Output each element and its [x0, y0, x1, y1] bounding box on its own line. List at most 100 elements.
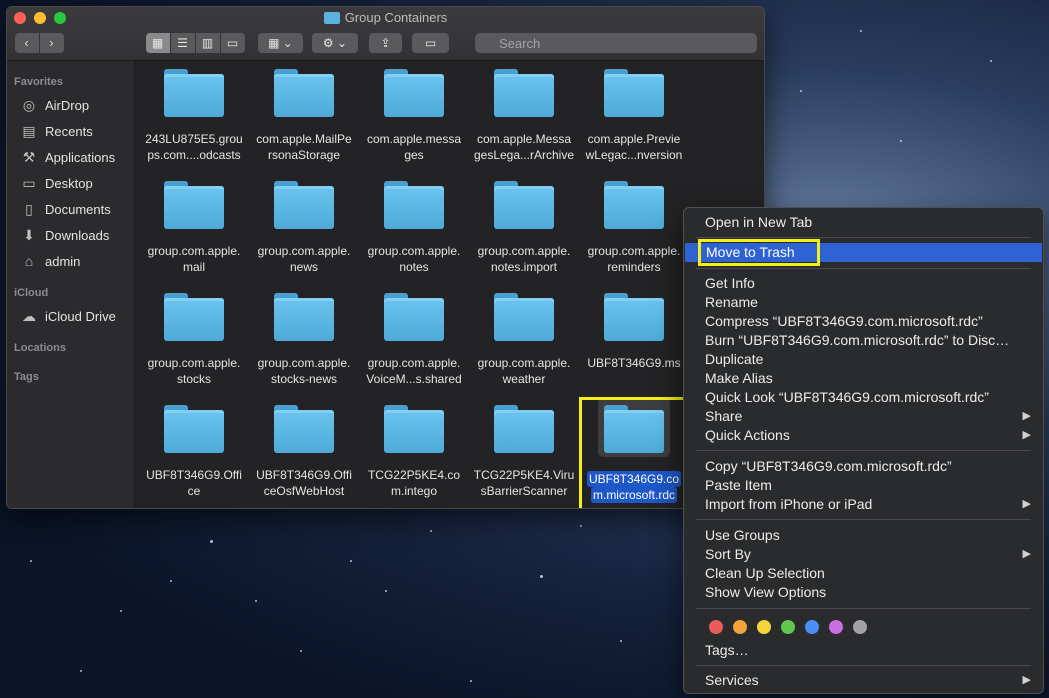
folder-icon	[494, 69, 554, 117]
file-name-line2: stocks	[176, 372, 211, 386]
menu-item-import-from-iphone[interactable]: Import from iPhone or iPad ▶	[684, 495, 1043, 514]
file-item[interactable]: 243LU875E5.grou ps.com....odcasts	[139, 61, 249, 163]
menu-item-clean-up-selection[interactable]: Clean Up Selection	[684, 564, 1043, 583]
file-item-selected[interactable]: UBF8T346G9.co m.microsoft.rdc	[579, 397, 689, 503]
file-item[interactable]: UBF8T346G9.Offi ceOsfWebHost	[249, 397, 359, 499]
icon-view-icon: ▦	[151, 36, 164, 50]
sidebar: Favorites ◎ AirDrop ▤ Recents ⚒ Applicat…	[7, 61, 135, 508]
tag-button[interactable]: ▭	[412, 33, 449, 53]
menu-item-compress[interactable]: Compress “UBF8T346G9.com.microsoft.rdc”	[684, 312, 1043, 331]
tag-gray-dot[interactable]	[853, 620, 867, 634]
menu-item-open-in-new-tab[interactable]: Open in New Tab	[684, 213, 1043, 232]
menu-item-quick-look[interactable]: Quick Look “UBF8T346G9.com.microsoft.rdc…	[684, 388, 1043, 407]
tag-blue-dot[interactable]	[805, 620, 819, 634]
file-name-line2: stocks-news	[270, 372, 338, 386]
sidebar-item-desktop[interactable]: ▭ Desktop	[19, 174, 92, 192]
search-input[interactable]	[475, 33, 757, 53]
list-view-button[interactable]: ☰	[170, 33, 195, 53]
menu-item-copy[interactable]: Copy “UBF8T346G9.com.microsoft.rdc”	[684, 457, 1043, 476]
menu-item-show-view-options[interactable]: Show View Options	[684, 583, 1043, 602]
file-item[interactable]: group.com.apple. notes.import	[469, 173, 579, 275]
sidebar-section-icloud: iCloud	[14, 287, 49, 299]
file-item[interactable]: group.com.apple. mail	[139, 173, 249, 275]
file-item[interactable]: group.com.apple. news	[249, 173, 359, 275]
file-name-line1: TCG22P5KE4.Viru	[473, 468, 575, 482]
tag-purple-dot[interactable]	[829, 620, 843, 634]
sidebar-item-label: Recents	[45, 123, 93, 139]
file-name-line1: group.com.apple.	[587, 244, 681, 258]
file-item[interactable]: group.com.apple. stocks-news	[249, 285, 359, 387]
submenu-arrow-icon: ▶	[1022, 674, 1031, 686]
file-name-line2: notes	[399, 260, 429, 274]
file-name-line2: gesLega...rArchive	[473, 148, 575, 162]
sidebar-item-recents[interactable]: ▤ Recents	[19, 122, 93, 140]
gallery-view-button[interactable]: ▭	[220, 33, 245, 53]
file-name-line1: group.com.apple.	[257, 244, 351, 258]
file-item[interactable]: UBF8T346G9.Offi ce	[139, 397, 249, 499]
folder-icon	[274, 181, 334, 229]
file-item[interactable]: TCG22P5KE4.co m.intego	[359, 397, 469, 499]
menu-item-rename[interactable]: Rename	[684, 293, 1043, 312]
file-name-line1: com.apple.Previe	[587, 132, 681, 146]
tag-green-dot[interactable]	[781, 620, 795, 634]
menu-item-make-alias[interactable]: Make Alias	[684, 369, 1043, 388]
file-item[interactable]: UBF8T346G9.ms	[579, 285, 689, 371]
chevron-left-icon: ‹	[24, 36, 29, 50]
sidebar-item-downloads[interactable]: ⬇ Downloads	[19, 226, 109, 244]
file-item[interactable]: TCG22P5KE4.Viru sBarrierScanner	[469, 397, 579, 499]
sidebar-item-airdrop[interactable]: ◎ AirDrop	[19, 96, 89, 114]
file-item[interactable]: group.com.apple. reminders	[579, 173, 689, 275]
group-icon: ▦ ⌄	[268, 36, 293, 50]
column-view-button[interactable]: ▥	[195, 33, 220, 53]
menu-item-duplicate[interactable]: Duplicate	[684, 350, 1043, 369]
back-button[interactable]: ‹	[14, 33, 39, 53]
file-name-line2: ceOsfWebHost	[263, 484, 345, 498]
submenu-arrow-icon: ▶	[1022, 548, 1031, 560]
menu-item-burn-to-disc[interactable]: Burn “UBF8T346G9.com.microsoft.rdc” to D…	[684, 331, 1043, 350]
tag-red-dot[interactable]	[709, 620, 723, 634]
folder-icon	[274, 293, 334, 341]
file-item[interactable]: com.apple.Messa gesLega...rArchive	[469, 61, 579, 163]
folder-icon	[164, 181, 224, 229]
file-item[interactable]: group.com.apple. stocks	[139, 285, 249, 387]
tag-yellow-dot[interactable]	[757, 620, 771, 634]
menu-item-move-to-trash[interactable]: Move to Trash	[685, 243, 1042, 262]
action-button[interactable]: ⚙ ⌄	[312, 33, 358, 53]
download-icon: ⬇	[23, 226, 35, 243]
sidebar-item-admin[interactable]: ⌂ admin	[19, 252, 81, 270]
sidebar-section-tags[interactable]: Tags	[7, 371, 39, 383]
sidebar-item-label: Applications	[45, 149, 116, 165]
menu-separator	[696, 665, 1031, 666]
folder-icon	[494, 293, 554, 341]
file-item[interactable]: com.apple.Previe wLegac...nversion	[579, 61, 689, 163]
sidebar-item-applications[interactable]: ⚒ Applications	[19, 148, 115, 166]
menu-item-services[interactable]: Services ▶	[684, 671, 1043, 690]
menu-item-tags[interactable]: Tags…	[684, 641, 1043, 660]
file-item[interactable]: group.com.apple. notes	[359, 173, 469, 275]
share-button[interactable]: ⇪	[369, 33, 402, 53]
menu-item-quick-actions[interactable]: Quick Actions ▶	[684, 426, 1043, 445]
file-name-line1: group.com.apple.	[367, 244, 461, 258]
menu-item-get-info[interactable]: Get Info	[684, 274, 1043, 293]
file-name-line2: weather	[502, 372, 546, 386]
tag-orange-dot[interactable]	[733, 620, 747, 634]
menu-item-use-groups[interactable]: Use Groups	[684, 526, 1043, 545]
icon-view-button[interactable]: ▦	[145, 33, 170, 53]
submenu-arrow-icon: ▶	[1022, 429, 1031, 441]
file-item[interactable]: com.apple.MailPe rsonaStorage	[249, 61, 359, 163]
menu-item-paste-item[interactable]: Paste Item	[684, 476, 1043, 495]
menu-item-sort-by[interactable]: Sort By ▶	[684, 545, 1043, 564]
file-name-line1: 243LU875E5.grou	[145, 132, 243, 146]
file-item[interactable]: group.com.apple. VoiceM...s.shared	[359, 285, 469, 387]
forward-button[interactable]: ›	[39, 33, 64, 53]
file-name-line1: group.com.apple.	[147, 356, 241, 370]
menu-separator	[696, 519, 1031, 520]
menu-item-share[interactable]: Share ▶	[684, 407, 1043, 426]
group-button[interactable]: ▦ ⌄	[258, 33, 303, 53]
share-icon: ⇪	[380, 36, 391, 50]
file-item[interactable]: com.apple.messa ges	[359, 61, 469, 163]
sidebar-item-documents[interactable]: ▯ Documents	[19, 200, 111, 218]
sidebar-item-icloud-drive[interactable]: ☁ iCloud Drive	[19, 307, 116, 325]
sidebar-section-locations[interactable]: Locations	[7, 342, 66, 354]
file-item[interactable]: group.com.apple. weather	[469, 285, 579, 387]
